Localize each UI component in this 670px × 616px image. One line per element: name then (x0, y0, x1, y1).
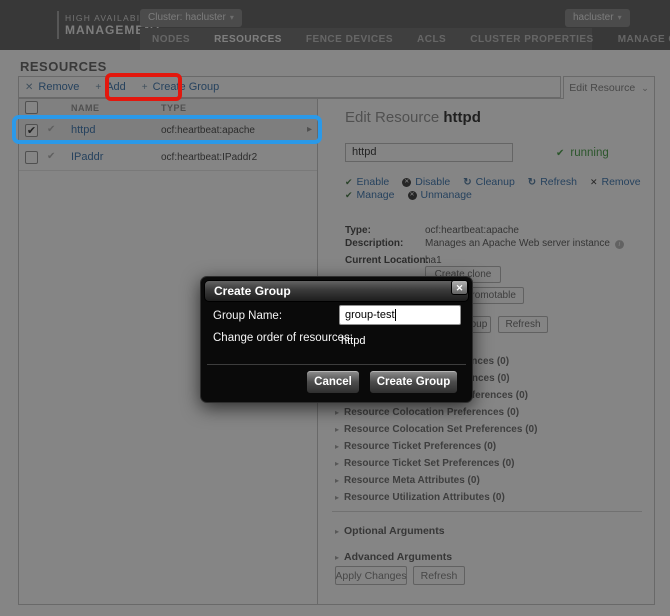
group-name-label: Group Name: (213, 310, 283, 322)
sortable-resource-item[interactable]: httpd (341, 335, 365, 347)
dialog-title: Create Group (214, 284, 291, 298)
group-name-input[interactable]: group-test (339, 305, 461, 325)
create-group-dialog: Create Group ✕ Group Name: group-test Ch… (200, 276, 473, 403)
order-resources-label: Change order of resources: (213, 332, 353, 344)
dialog-titlebar[interactable]: Create Group (204, 280, 469, 302)
dialog-divider (207, 364, 466, 365)
create-group-submit-button[interactable]: Create Group (369, 370, 458, 394)
dialog-close-button[interactable]: ✕ (451, 280, 468, 295)
text-caret (394, 309, 396, 322)
cancel-button[interactable]: Cancel (306, 370, 360, 394)
close-icon: ✕ (455, 283, 464, 293)
group-name-value: group-test (345, 309, 395, 321)
